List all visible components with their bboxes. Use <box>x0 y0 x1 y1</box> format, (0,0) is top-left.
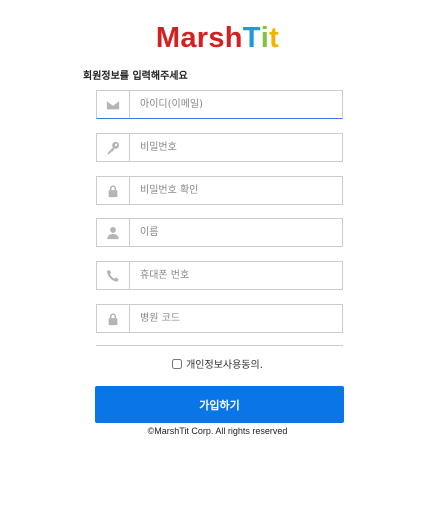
signup-button[interactable]: 가입하기 <box>95 386 344 423</box>
lock-icon <box>97 305 130 332</box>
name-input[interactable] <box>130 219 342 246</box>
user-icon <box>97 219 130 246</box>
logo-part-t2: t <box>269 22 280 54</box>
password-input[interactable] <box>130 134 342 161</box>
logo-part-t: T <box>242 22 261 54</box>
email-input[interactable] <box>130 91 342 118</box>
password-field[interactable] <box>96 133 343 162</box>
logo-part-marsh: Marsh <box>155 22 243 54</box>
logo-part-i: i <box>260 22 270 54</box>
privacy-agree[interactable]: 개인정보사용동의. <box>0 356 435 371</box>
privacy-agree-checkbox[interactable] <box>172 358 183 369</box>
phone-input[interactable] <box>130 262 342 289</box>
phone-field[interactable] <box>96 261 343 290</box>
hospital-code-input[interactable] <box>130 305 342 332</box>
lock-icon <box>97 177 130 204</box>
name-field[interactable] <box>96 218 343 247</box>
phone-icon <box>97 262 130 289</box>
divider <box>96 345 343 346</box>
envelope-icon <box>97 91 130 118</box>
copyright-text: ©MarshTit Corp. All rights reserved <box>147 426 288 436</box>
email-field[interactable] <box>96 90 343 119</box>
password-confirm-input[interactable] <box>130 177 342 204</box>
form-subtitle: 회원정보를 입력해주세요 <box>83 71 188 82</box>
brand-logo: MarshTit <box>0 22 435 55</box>
key-icon <box>97 134 130 161</box>
password-confirm-field[interactable] <box>96 176 343 205</box>
privacy-agree-label: 개인정보사용동의. <box>186 360 263 371</box>
hospital-code-field[interactable] <box>96 304 343 333</box>
